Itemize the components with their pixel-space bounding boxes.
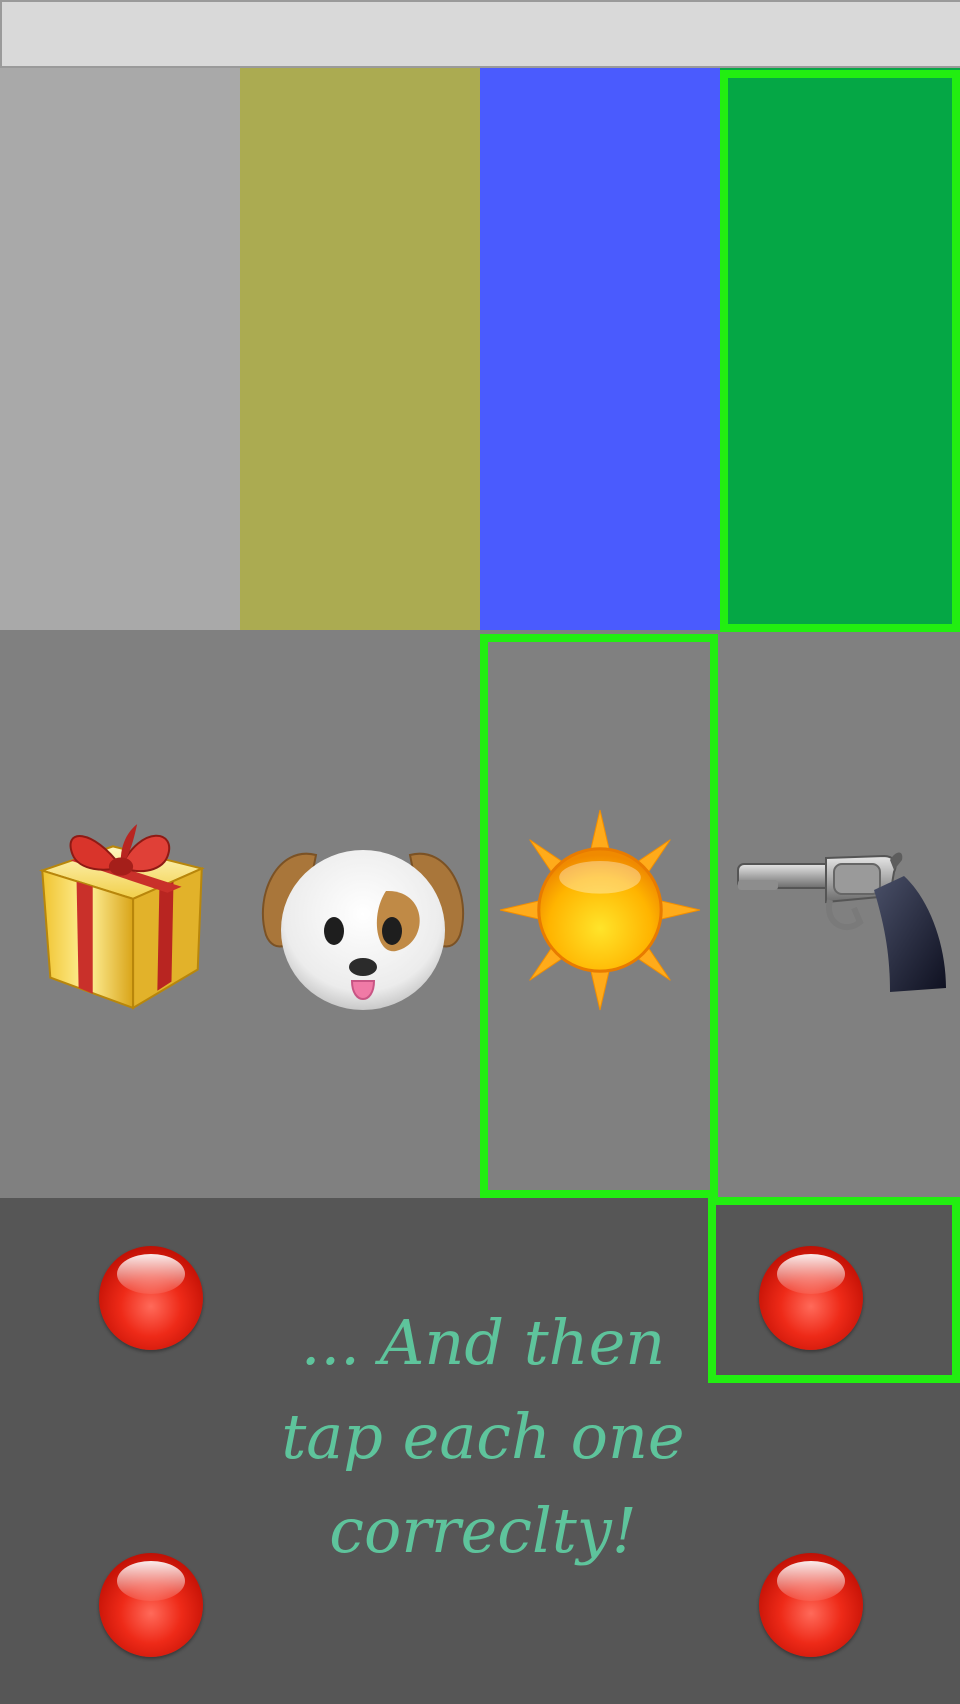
symbol-cell-gift[interactable]	[0, 630, 240, 1198]
red-button-top-right[interactable]	[759, 1246, 863, 1350]
red-button-top-left[interactable]	[99, 1246, 203, 1350]
color-swatch-green[interactable]	[720, 68, 960, 630]
dog-face-icon	[261, 850, 465, 1010]
instruction-text: ... And then tap each one correclty!	[281, 1306, 685, 1567]
color-swatch-blue[interactable]	[480, 68, 720, 630]
top-bar	[0, 0, 960, 68]
pistol-icon	[737, 852, 946, 992]
red-button-bottom-left[interactable]	[99, 1553, 203, 1657]
symbol-cell-pistol[interactable]	[720, 630, 960, 1198]
red-button-bottom-right[interactable]	[759, 1553, 863, 1657]
color-swatch-olive[interactable]	[240, 68, 480, 630]
color-swatch-gray[interactable]	[0, 68, 240, 630]
gift-icon	[39, 824, 205, 1010]
symbol-cell-dog[interactable]	[240, 630, 480, 1198]
sun-icon	[499, 809, 701, 1011]
symbol-cell-sun[interactable]	[480, 630, 720, 1198]
